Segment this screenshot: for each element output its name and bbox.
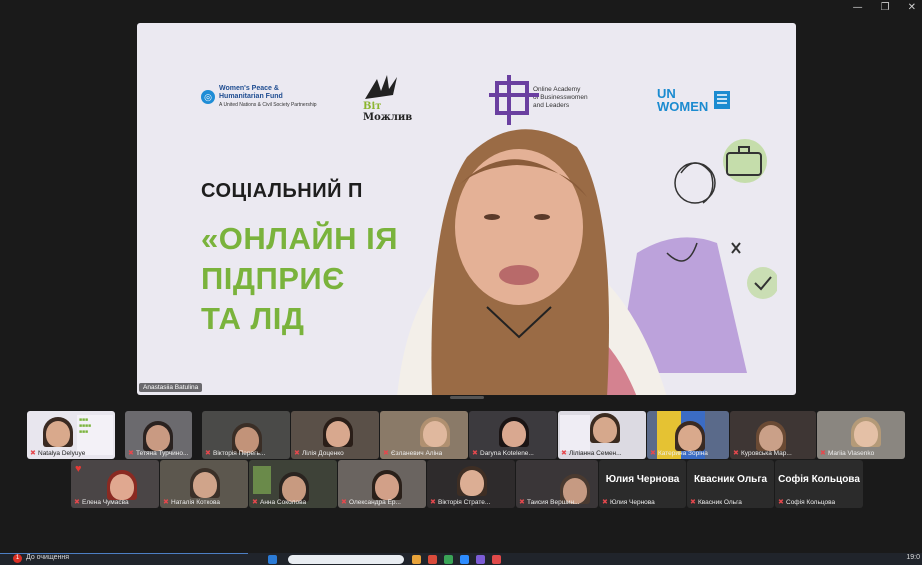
mic-off-icon: ✖ — [561, 450, 567, 457]
participant-tile[interactable]: ✖ Єзланевич Аліна — [380, 411, 468, 459]
close-icon[interactable]: ✕ — [908, 2, 916, 13]
notification-badge[interactable]: 1 — [13, 554, 22, 563]
mic-off-icon: ✖ — [519, 499, 525, 506]
taskbar-notification[interactable]: До очищення — [26, 554, 69, 561]
mic-off-icon: ✖ — [778, 499, 784, 506]
participant-name: ✖ Квасник Ольга — [690, 499, 742, 506]
participant-tile[interactable]: ■■■ ■■■■ ■■■ ✖ Natalya Delyuye — [27, 411, 115, 459]
app-icon[interactable] — [444, 555, 453, 564]
slide-title-line-3: ТА ЛІД — [201, 301, 305, 336]
taskbar-search[interactable] — [288, 555, 404, 564]
app-icon[interactable] — [492, 555, 501, 564]
participant-tile[interactable]: ✖ Daryna Kotelene... — [469, 411, 557, 459]
participant-name: ✖ Вікторія Перегь... — [205, 450, 266, 457]
wph-title-2: Humanitarian Fund — [219, 93, 283, 100]
mic-off-icon: ✖ — [650, 450, 656, 457]
minimize-icon[interactable]: — — [853, 2, 863, 13]
participant-name: ✖ Катерина Зоріна — [650, 450, 708, 457]
mic-off-icon: ✖ — [733, 450, 739, 457]
participant-tile[interactable]: ✖ Вікторія Перегь... — [202, 411, 290, 459]
mic-off-icon: ✖ — [128, 450, 134, 457]
mic-off-icon: ✖ — [602, 499, 608, 506]
slide-thumbnail — [560, 415, 590, 451]
participant-name: ✖ Юлия Чернова — [602, 499, 655, 506]
participant-name: ✖ Вікторія Страте... — [430, 499, 491, 506]
mic-off-icon: ✖ — [472, 450, 478, 457]
participant-name: ✖ Олександра Ер... — [341, 499, 401, 506]
participant-display-name: Юлия Чернова — [605, 474, 680, 485]
participant-tile[interactable]: ✖ Тетяна Турчино... — [125, 411, 192, 459]
mic-off-icon: ✖ — [205, 450, 211, 457]
restore-icon[interactable]: ❐ — [881, 2, 890, 13]
mic-off-icon: ✖ — [383, 450, 389, 457]
wph-subtitle: A United Nations & Civil Society Partner… — [219, 102, 317, 108]
participant-name: ✖ Наталія Коткова — [163, 499, 221, 506]
participant-name: ✖ Natalya Delyuye — [30, 450, 86, 457]
unwomen-mark-icon — [714, 91, 731, 109]
main-video[interactable]: ◎ Women's Peace & Humanitarian Fund A Un… — [137, 23, 796, 395]
window-controls: — ❐ ✕ — [853, 2, 916, 13]
participant-name: ✖ Куровська Мар... — [733, 450, 792, 457]
participant-tile[interactable]: ♥ ✖ Елена Чумасва — [71, 460, 159, 508]
mic-off-icon: ✖ — [252, 499, 258, 506]
participant-display-name: Квасник Ольга — [693, 474, 768, 485]
participant-name: ✖ Тетяна Турчино... — [128, 450, 189, 457]
participant-tile[interactable]: ✖ Лілія Доценко — [291, 411, 379, 459]
app-icon[interactable] — [428, 555, 437, 564]
start-icon[interactable] — [268, 555, 277, 564]
app-icon[interactable] — [412, 555, 421, 564]
participant-tile[interactable]: ✖ Ліліанна Семен... — [558, 411, 646, 459]
participant-tile[interactable]: ✖ Наталія Коткова — [160, 460, 248, 508]
participant-tile[interactable]: ✖ Вікторія Страте... — [427, 460, 515, 508]
participant-tile[interactable]: ✖ Таисия Вершин... — [516, 460, 598, 508]
participant-display-name: Софія Кольцова — [778, 474, 860, 485]
participant-tile[interactable]: ✖ Mariia Vlasenko — [817, 411, 905, 459]
participant-tile[interactable]: Юлия Чернова ✖ Юлия Чернова — [599, 460, 686, 508]
wph-title-1: Women's Peace & — [219, 85, 279, 92]
slide-thumbnail: ■■■ ■■■■ ■■■ — [77, 415, 113, 455]
mic-off-icon: ✖ — [163, 499, 169, 506]
mic-off-icon: ✖ — [30, 450, 36, 457]
academy-line-1: Online Academy — [533, 86, 581, 93]
clock[interactable]: 19:0 — [906, 554, 920, 561]
participant-tile[interactable]: ✖ Анна Соколова — [249, 460, 337, 508]
mic-off-icon: ✖ — [820, 450, 826, 457]
app-icon[interactable] — [476, 555, 485, 564]
un-globe-icon: ◎ — [201, 90, 215, 104]
heart-reaction-icon: ♥ — [75, 463, 82, 475]
speaker-video — [397, 129, 667, 395]
participant-name: ✖ Елена Чумасва — [74, 499, 129, 506]
participant-tile[interactable]: ✖ Олександра Ер... — [338, 460, 426, 508]
taskbar: 1 До очищення 19:0 — [0, 553, 922, 565]
participant-tile[interactable]: ✖ Катерина Зоріна — [647, 411, 729, 459]
wph-logo: ◎ Women's Peace & Humanitarian Fund A Un… — [201, 85, 317, 109]
participant-name: ✖ Софія Кольцова — [778, 499, 836, 506]
participant-tile[interactable]: Квасник Ольга ✖ Квасник Ольга — [687, 460, 774, 508]
participant-tile[interactable]: Софія Кольцова ✖ Софія Кольцова — [775, 460, 863, 508]
participant-tile[interactable]: ✖ Куровська Мар... — [730, 411, 816, 459]
gallery-scroll-indicator[interactable] — [450, 396, 484, 399]
participant-name: ✖ Daryna Kotelene... — [472, 450, 534, 457]
speaker-name-label: Anastasiia Batulina — [139, 383, 203, 392]
participant-name: ✖ Анна Соколова — [252, 499, 307, 506]
mic-off-icon: ✖ — [430, 499, 436, 506]
slide-title-line-2: ПІДПРИЄ — [201, 261, 345, 296]
participant-name: ✖ Лілія Доценко — [294, 450, 344, 457]
participant-name: ✖ Mariia Vlasenko — [820, 450, 875, 457]
mic-off-icon: ✖ — [294, 450, 300, 457]
participant-name: ✖ Ліліанна Семен... — [561, 450, 622, 457]
participant-name: ✖ Єзланевич Аліна — [383, 450, 443, 457]
mic-off-icon: ✖ — [341, 499, 347, 506]
mic-off-icon: ✖ — [74, 499, 80, 506]
participant-name: ✖ Таисия Вершин... — [519, 499, 580, 506]
mic-off-icon: ✖ — [690, 499, 696, 506]
zoom-icon[interactable] — [460, 555, 469, 564]
